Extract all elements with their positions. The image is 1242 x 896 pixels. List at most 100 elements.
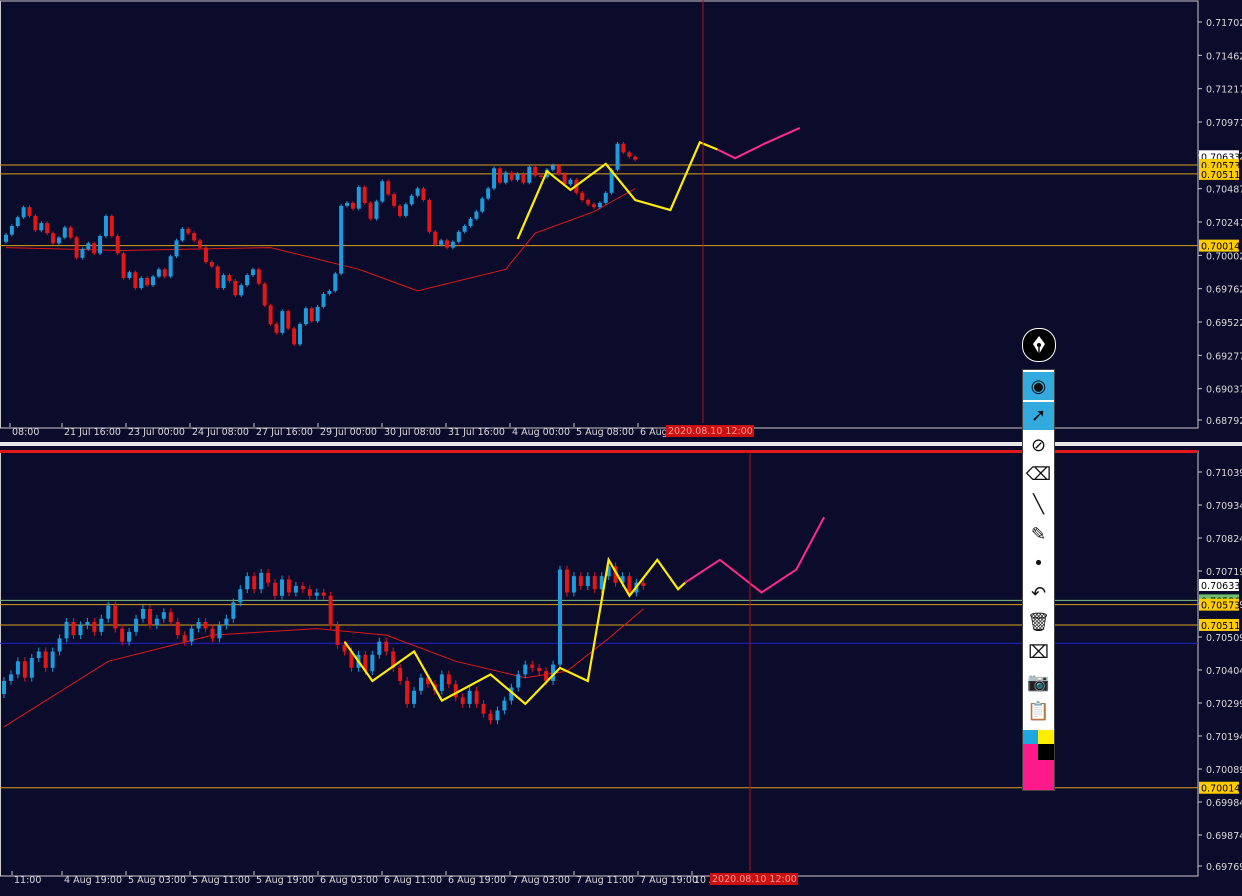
candle-body <box>252 576 257 590</box>
camera-icon[interactable]: 📷 <box>1023 668 1054 696</box>
x-tick-label: 7 Aug 03:00 <box>512 875 570 886</box>
color-swatch[interactable] <box>1038 730 1054 744</box>
candle-body <box>103 215 108 237</box>
clipboard-icon[interactable]: 📋 <box>1023 698 1054 726</box>
candle-body <box>139 277 144 289</box>
candle-body <box>56 237 61 244</box>
pane-separator[interactable] <box>0 442 1242 453</box>
candle-body <box>550 165 555 170</box>
color-swatch[interactable] <box>1038 744 1054 760</box>
y-tick-label: 0.70509 <box>1206 633 1242 644</box>
trash-icon[interactable]: 🗑 <box>1023 609 1054 637</box>
candle-body <box>161 612 166 619</box>
pane-frame <box>0 0 1199 429</box>
y-tick-label: 0.69762 <box>1206 285 1242 296</box>
color-swatch[interactable] <box>1023 744 1038 790</box>
candle-body <box>154 618 159 626</box>
y-tick-label: 0.71702 <box>1206 18 1242 29</box>
candle-body <box>210 628 215 639</box>
candle-body <box>245 275 250 286</box>
candle-body <box>328 595 333 626</box>
candle-body <box>68 227 73 238</box>
cursor-time-label: 2020.08.10 12:00 <box>712 874 797 885</box>
cursor-arrow-icon[interactable]: ➚ <box>1023 401 1054 430</box>
y-tick-label: 0.70002 <box>1206 251 1242 262</box>
eraser-icon[interactable]: ⌫ <box>1023 461 1054 489</box>
zigzag-line <box>343 556 686 706</box>
candle-body <box>64 622 69 639</box>
candle-body <box>627 152 632 157</box>
pen-nib-icon[interactable] <box>1022 328 1056 362</box>
candle-body <box>405 680 410 704</box>
candle-body <box>298 324 302 345</box>
candle-body <box>603 192 608 203</box>
candle-body <box>280 311 285 333</box>
candle-body <box>4 234 8 242</box>
candle-body <box>98 236 103 254</box>
candle-body <box>403 204 408 216</box>
candle-body <box>43 651 48 668</box>
color-swatch[interactable] <box>1023 730 1038 744</box>
candle-body <box>345 202 350 206</box>
x-tick-label: 31 Jul 16:00 <box>448 427 505 438</box>
candle-body <box>120 628 125 642</box>
candle-body <box>274 324 279 333</box>
candle-body <box>174 240 179 257</box>
candle-body <box>203 247 208 263</box>
eye-icon[interactable]: ◉ <box>1023 372 1054 400</box>
candle-body <box>480 198 485 212</box>
candle-body <box>203 622 208 629</box>
highlighter-icon[interactable]: ✎ <box>1023 520 1054 548</box>
candle-body <box>521 174 526 183</box>
candle-body <box>327 290 332 294</box>
x-tick-label: 24 Jul 08:00 <box>192 427 249 438</box>
candle-body <box>439 674 444 691</box>
candle-body <box>585 576 590 586</box>
price-pane-lower[interactable]: 0.710390.709340.708240.707190.706090.705… <box>0 450 1242 886</box>
undo-icon[interactable]: ↶ <box>1023 579 1054 607</box>
magnet-icon[interactable]: ⊘ <box>1023 431 1054 459</box>
candle-body <box>502 700 507 711</box>
candle-body <box>556 165 561 175</box>
candle-body <box>515 174 520 180</box>
candle-body <box>168 256 173 277</box>
candle-body <box>339 205 344 274</box>
candle-body <box>71 622 76 636</box>
candle-body <box>350 202 355 209</box>
clear-all-icon[interactable]: ⌧ <box>1023 638 1054 666</box>
color-swatch[interactable] <box>1038 760 1054 790</box>
candle-body <box>8 674 13 681</box>
candle-body <box>2 680 6 695</box>
dot-icon[interactable]: • <box>1023 550 1054 578</box>
candle-body <box>615 143 620 170</box>
price-pane-upper[interactable]: 0.717020.714620.712170.709770.707320.704… <box>0 0 1242 438</box>
y-tick-label: 0.69037 <box>1206 385 1242 396</box>
chart-canvas[interactable]: 0.717020.714620.712170.709770.707320.704… <box>0 0 1242 892</box>
candle-body <box>209 262 214 267</box>
candle-body <box>597 202 602 208</box>
candle-body <box>51 233 56 244</box>
candle-body <box>380 181 385 202</box>
candle-body <box>445 240 449 248</box>
candle-body <box>370 654 375 672</box>
candle-body <box>492 168 497 189</box>
y-tick-label: 0.69522 <box>1206 318 1242 329</box>
x-tick-label: 4 Aug 00:00 <box>512 427 570 438</box>
candle-body <box>147 608 152 626</box>
y-tick-label: 0.70089 <box>1206 765 1242 776</box>
chart-window: 0.717020.714620.712170.709770.707320.704… <box>0 0 1242 892</box>
line-tool-icon[interactable]: ╲ <box>1023 490 1054 518</box>
candle-body <box>415 188 420 196</box>
x-tick-label: 30 Jul 08:00 <box>384 427 441 438</box>
price-tag-label: 0.70014 <box>1201 784 1240 795</box>
candle-body <box>127 631 132 642</box>
candle-body <box>495 710 500 721</box>
candle-body <box>509 172 514 180</box>
y-tick-label: 0.69277 <box>1206 351 1242 362</box>
candle-body <box>189 628 194 642</box>
candle-body <box>196 622 201 629</box>
candle-body <box>115 236 120 254</box>
candle-body <box>409 195 414 205</box>
candle-body <box>300 585 305 590</box>
candle-body <box>362 187 367 203</box>
